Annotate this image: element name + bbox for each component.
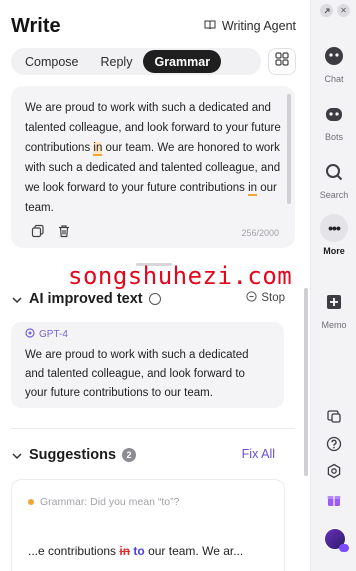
tab-reply[interactable]: Reply — [90, 50, 144, 73]
divider — [11, 428, 295, 429]
suggestion-preview: ...e contributions in to our team. We ar… — [28, 544, 268, 558]
status-dot-icon — [28, 499, 34, 505]
grammar-highlight[interactable]: in — [248, 182, 258, 196]
ai-result-card: GPT-4 We are proud to work with such a d… — [11, 322, 284, 408]
loading-spinner-icon — [148, 293, 161, 305]
pin-icon[interactable] — [320, 4, 333, 17]
ai-improved-text[interactable]: We are proud to work with such a dedicat… — [25, 346, 270, 403]
suggestions-count-badge: 2 — [122, 448, 137, 462]
mode-tabs: Compose Reply Grammar — [11, 48, 261, 75]
close-icon[interactable]: ✕ — [337, 4, 350, 17]
sidebar-item-search[interactable]: Search — [311, 160, 356, 200]
stop-button[interactable]: Stop — [246, 291, 285, 305]
sidebar-item-bots[interactable]: Bots — [311, 102, 356, 142]
editor-text[interactable]: We are proud to work with such a dedicat… — [25, 98, 281, 218]
chevron-down-icon[interactable] — [11, 293, 23, 305]
grid-icon — [275, 52, 289, 71]
header: Write Writing Agent — [11, 14, 296, 38]
sidebar-item-label: Chat — [324, 74, 344, 84]
stop-icon — [246, 291, 257, 305]
book-icon — [204, 19, 216, 34]
bots-icon — [322, 102, 346, 126]
grid-menu-button[interactable] — [268, 48, 296, 75]
sidebar-item-label: Search — [319, 190, 349, 200]
writing-agent-button[interactable]: Writing Agent — [204, 19, 296, 34]
sidebar-item-more[interactable]: ••• More — [311, 214, 356, 256]
avatar[interactable] — [324, 528, 349, 552]
text-editor[interactable]: We are proud to work with such a dedicat… — [11, 86, 295, 248]
suggestions-title: Suggestions — [29, 447, 117, 463]
more-icon: ••• — [320, 214, 348, 242]
sidebar-item-label: More — [323, 246, 345, 256]
suggestion-prefix: ...e contributions — [28, 544, 120, 558]
gpt-icon — [25, 327, 35, 341]
sidebar-item-chat[interactable]: Chat — [311, 44, 356, 84]
writing-agent-label: Writing Agent — [221, 19, 296, 33]
search-icon — [322, 160, 346, 184]
tab-grammar[interactable]: Grammar — [143, 50, 222, 73]
gift-icon[interactable] — [326, 492, 342, 508]
copy-icon[interactable] — [31, 224, 45, 238]
panel-scrollbar[interactable] — [304, 288, 308, 476]
page-title: Write — [11, 14, 61, 37]
chevron-down-icon[interactable] — [11, 449, 23, 461]
suggestion-title-text: Grammar: Did you mean “to”? — [40, 496, 180, 508]
settings-icon[interactable] — [326, 463, 342, 479]
suggestion-card[interactable]: Grammar: Did you mean “to”? ...e contrib… — [11, 479, 285, 571]
chat-icon — [322, 44, 346, 68]
deleted-word: in — [119, 544, 131, 558]
screenshot-icon[interactable] — [326, 408, 342, 424]
help-icon[interactable] — [326, 436, 342, 452]
ai-improved-header[interactable]: AI improved text Stop — [11, 290, 295, 308]
right-sidebar: ✕ Chat Bots Search ••• More Memo — [310, 0, 356, 571]
model-name: GPT-4 — [39, 328, 68, 340]
ai-improved-title: AI improved text — [29, 291, 143, 307]
tab-compose[interactable]: Compose — [14, 50, 90, 73]
model-label: GPT-4 — [25, 326, 270, 342]
character-counter: 256/2000 — [241, 228, 279, 238]
memo-icon — [322, 290, 346, 314]
watermark-text: songshuhezi.com — [68, 262, 293, 290]
suggestion-title: Grammar: Did you mean “to”? — [28, 496, 268, 508]
stop-label: Stop — [261, 292, 285, 304]
inserted-word: to — [133, 544, 145, 558]
writing-panel: Write Writing Agent Compose Reply Gramma… — [0, 0, 310, 571]
fix-all-button[interactable]: Fix All — [242, 447, 275, 461]
trash-icon[interactable] — [57, 224, 71, 238]
suggestions-header[interactable]: Suggestions 2 Fix All — [11, 445, 295, 465]
suggestion-suffix: our team. We ar... — [144, 544, 244, 558]
sidebar-item-memo[interactable]: Memo — [311, 290, 356, 330]
editor-scrollbar[interactable] — [287, 94, 291, 204]
sidebar-item-label: Bots — [324, 132, 343, 142]
sidebar-item-label: Memo — [321, 320, 347, 330]
